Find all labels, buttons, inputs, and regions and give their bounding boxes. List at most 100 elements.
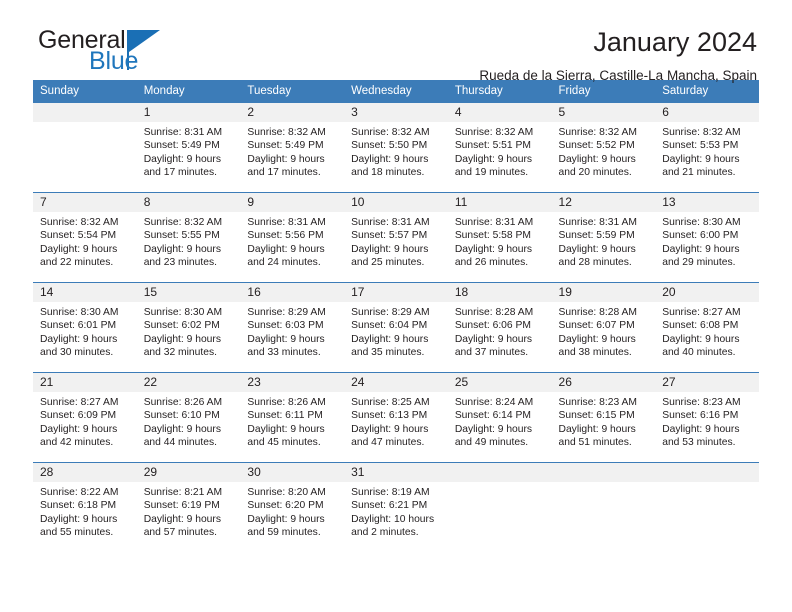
calendar-day-cell[interactable]: 17 Sunrise: 8:29 AM Sunset: 6:04 PM Dayligh… (344, 282, 448, 373)
day-detail-line-2: Sunset: 5:52 PM (558, 140, 635, 152)
calendar-day-cell[interactable]: 22 Sunrise: 8:26 AM Sunset: 6:10 PM Dayligh… (136, 372, 241, 463)
day-detail-line-3: Daylight: 9 hours (247, 153, 325, 165)
calendar-day-cell[interactable]: 18 Sunrise: 8:28 AM Sunset: 6:06 PM Dayligh… (447, 282, 552, 373)
day-detail-line-3: Daylight: 9 hours (143, 243, 221, 255)
general-blue-logo[interactable]: General Blue (33, 27, 203, 75)
day-detail-line-1: Sunrise: 8:26 AM (143, 397, 223, 408)
day-detail-line-4: and 20 minutes. (558, 167, 632, 179)
day-detail-line-1: Sunrise: 8:19 AM (351, 487, 430, 498)
calendar-day-cell[interactable]: 11 Sunrise: 8:31 AM Sunset: 5:58 PM Dayligh… (447, 192, 552, 283)
day-detail-line-1: Sunrise: 8:29 AM (247, 307, 326, 318)
day-detail-line-3: Daylight: 9 hours (454, 243, 533, 255)
weekday-header-wednesday: Wednesday (344, 80, 448, 103)
calendar-day-cell[interactable]: 21 Sunrise: 8:27 AM Sunset: 6:09 PM Dayligh… (33, 372, 137, 463)
calendar-day-cell[interactable]: 4 Sunrise: 8:32 AM Sunset: 5:51 PM Daylight… (447, 102, 552, 193)
calendar-day-cell[interactable]: 24 Sunrise: 8:25 AM Sunset: 6:13 PM Dayligh… (344, 372, 448, 463)
day-number: 8 (136, 193, 241, 212)
calendar-day-cell[interactable]: 27 Sunrise: 8:23 AM Sunset: 6:16 PM Dayligh… (655, 372, 759, 463)
day-detail-line-1: Sunrise: 8:23 AM (558, 397, 637, 408)
calendar-page: General Blue January 2024 Rueda de la Si… (0, 0, 792, 612)
day-number: 29 (136, 463, 241, 482)
sunrise-sunset-calendar: Sunday Monday Tuesday Wednesday Thursday… (33, 80, 759, 551)
day-detail-line-1: Sunrise: 8:28 AM (454, 307, 534, 318)
day-detail-line-1: Sunrise: 8:31 AM (558, 217, 637, 228)
day-detail-line-4: and 17 minutes. (143, 167, 217, 179)
day-detail-line-2: Sunset: 5:50 PM (351, 140, 428, 152)
day-detail-line-4: and 47 minutes. (351, 437, 425, 449)
day-details: Sunrise: 8:31 AM Sunset: 5:49 PM Daylight:… (137, 122, 241, 180)
day-detail-line-1: Sunrise: 8:32 AM (662, 127, 741, 138)
calendar-day-cell[interactable]: 10 Sunrise: 8:31 AM Sunset: 5:57 PM Dayligh… (344, 192, 448, 283)
calendar-day-cell[interactable]: 8 Sunrise: 8:32 AM Sunset: 5:55 PM Daylight… (136, 192, 241, 283)
day-number: 7 (33, 193, 137, 212)
day-number: 26 (551, 373, 656, 392)
day-number: 3 (344, 103, 448, 122)
calendar-day-cell[interactable]: 7 Sunrise: 8:32 AM Sunset: 5:54 PM Daylight… (33, 192, 137, 283)
day-detail-line-2: Sunset: 5:54 PM (40, 230, 117, 242)
calendar-day-cell[interactable]: 13 Sunrise: 8:30 AM Sunset: 6:00 PM Dayligh… (655, 192, 759, 283)
calendar-day-cell[interactable]: 26 Sunrise: 8:23 AM Sunset: 6:15 PM Dayligh… (551, 372, 656, 463)
calendar-day-cell[interactable]: 16 Sunrise: 8:29 AM Sunset: 6:03 PM Dayligh… (240, 282, 345, 373)
calendar-day-cell[interactable]: 3 Sunrise: 8:32 AM Sunset: 5:50 PM Daylight… (344, 102, 448, 193)
day-detail-line-2: Sunset: 6:09 PM (40, 410, 117, 422)
calendar-day-cell[interactable]: 20 Sunrise: 8:27 AM Sunset: 6:08 PM Dayligh… (655, 282, 759, 373)
calendar-day-cell[interactable]: 1 Sunrise: 8:31 AM Sunset: 5:49 PM Daylight… (136, 102, 241, 193)
calendar-day-cell[interactable]: 29 Sunrise: 8:21 AM Sunset: 6:19 PM Dayligh… (136, 462, 241, 551)
calendar-day-cell[interactable]: 31 Sunrise: 8:19 AM Sunset: 6:21 PM Dayligh… (344, 462, 448, 551)
day-detail-line-2: Sunset: 6:21 PM (351, 500, 428, 512)
calendar-day-cell[interactable]: 9 Sunrise: 8:31 AM Sunset: 5:56 PM Daylight… (240, 192, 345, 283)
day-detail-line-4: and 59 minutes. (247, 527, 321, 539)
day-detail-line-2: Sunset: 5:55 PM (143, 230, 220, 242)
day-detail-line-2: Sunset: 5:49 PM (247, 140, 324, 152)
day-detail-line-2: Sunset: 6:02 PM (143, 320, 220, 332)
calendar-day-cell[interactable]: 28 Sunrise: 8:22 AM Sunset: 6:18 PM Dayligh… (33, 462, 137, 551)
calendar-day-cell[interactable]: 14 Sunrise: 8:30 AM Sunset: 6:01 PM Dayligh… (33, 282, 137, 373)
day-detail-line-4: and 2 minutes. (351, 527, 419, 539)
day-detail-line-4: and 18 minutes. (351, 167, 425, 179)
day-detail-line-2: Sunset: 5:49 PM (143, 140, 220, 152)
calendar-day-cell[interactable]: 12 Sunrise: 8:31 AM Sunset: 5:59 PM Dayligh… (551, 192, 656, 283)
day-detail-line-1: Sunrise: 8:26 AM (247, 397, 326, 408)
calendar-day-cell[interactable]: 2 Sunrise: 8:32 AM Sunset: 5:49 PM Daylight… (240, 102, 345, 193)
day-number: 15 (136, 283, 241, 302)
day-detail-line-2: Sunset: 5:59 PM (558, 230, 635, 242)
day-details: Sunrise: 8:27 AM Sunset: 6:09 PM Daylight:… (33, 392, 137, 450)
day-details: Sunrise: 8:30 AM Sunset: 6:00 PM Daylight:… (655, 212, 759, 270)
day-details: Sunrise: 8:26 AM Sunset: 6:11 PM Daylight:… (240, 392, 344, 450)
day-detail-line-2: Sunset: 5:56 PM (247, 230, 324, 242)
calendar-day-cell[interactable]: 5 Sunrise: 8:32 AM Sunset: 5:52 PM Daylight… (551, 102, 656, 193)
day-details: Sunrise: 8:27 AM Sunset: 6:08 PM Daylight:… (655, 302, 759, 360)
calendar-week-row: 7 Sunrise: 8:32 AM Sunset: 5:54 PM Daylight… (33, 192, 759, 283)
day-number: 2 (240, 103, 345, 122)
day-detail-line-4: and 57 minutes. (143, 527, 217, 539)
day-detail-line-1: Sunrise: 8:24 AM (454, 397, 534, 408)
day-details: Sunrise: 8:32 AM Sunset: 5:50 PM Daylight:… (344, 122, 448, 180)
day-detail-line-2: Sunset: 6:08 PM (662, 320, 739, 332)
calendar-empty-cell (33, 102, 137, 193)
day-details: Sunrise: 8:19 AM Sunset: 6:21 PM Daylight:… (344, 482, 448, 540)
day-detail-line-3: Daylight: 9 hours (143, 513, 221, 525)
day-details: Sunrise: 8:26 AM Sunset: 6:10 PM Daylight:… (137, 392, 241, 450)
day-detail-line-1: Sunrise: 8:20 AM (247, 487, 326, 498)
day-detail-line-1: Sunrise: 8:21 AM (143, 487, 223, 498)
day-detail-line-3: Daylight: 9 hours (662, 243, 740, 255)
day-detail-line-4: and 28 minutes. (558, 257, 632, 269)
day-detail-line-1: Sunrise: 8:32 AM (40, 217, 119, 228)
calendar-day-cell[interactable]: 25 Sunrise: 8:24 AM Sunset: 6:14 PM Dayligh… (447, 372, 552, 463)
calendar-day-cell[interactable]: 6 Sunrise: 8:32 AM Sunset: 5:53 PM Daylight… (655, 102, 759, 193)
calendar-empty-cell (551, 462, 656, 551)
day-detail-line-3: Daylight: 9 hours (247, 423, 325, 435)
location-subtitle: Rueda de la Sierra, Castille-La Mancha, … (479, 68, 757, 83)
day-details: Sunrise: 8:29 AM Sunset: 6:04 PM Daylight:… (344, 302, 448, 360)
weekday-header-sunday: Sunday (33, 80, 137, 103)
day-detail-line-1: Sunrise: 8:25 AM (351, 397, 430, 408)
day-detail-line-2: Sunset: 6:03 PM (247, 320, 324, 332)
calendar-day-cell[interactable]: 15 Sunrise: 8:30 AM Sunset: 6:02 PM Dayligh… (136, 282, 241, 373)
day-detail-line-3: Daylight: 9 hours (558, 243, 636, 255)
day-detail-line-2: Sunset: 6:11 PM (247, 410, 323, 422)
calendar-empty-cell (655, 462, 759, 551)
calendar-day-cell[interactable]: 30 Sunrise: 8:20 AM Sunset: 6:20 PM Dayligh… (240, 462, 345, 551)
day-detail-line-4: and 23 minutes. (143, 257, 217, 269)
calendar-day-cell[interactable]: 19 Sunrise: 8:28 AM Sunset: 6:07 PM Dayligh… (551, 282, 656, 373)
calendar-day-cell[interactable]: 23 Sunrise: 8:26 AM Sunset: 6:11 PM Dayligh… (240, 372, 345, 463)
